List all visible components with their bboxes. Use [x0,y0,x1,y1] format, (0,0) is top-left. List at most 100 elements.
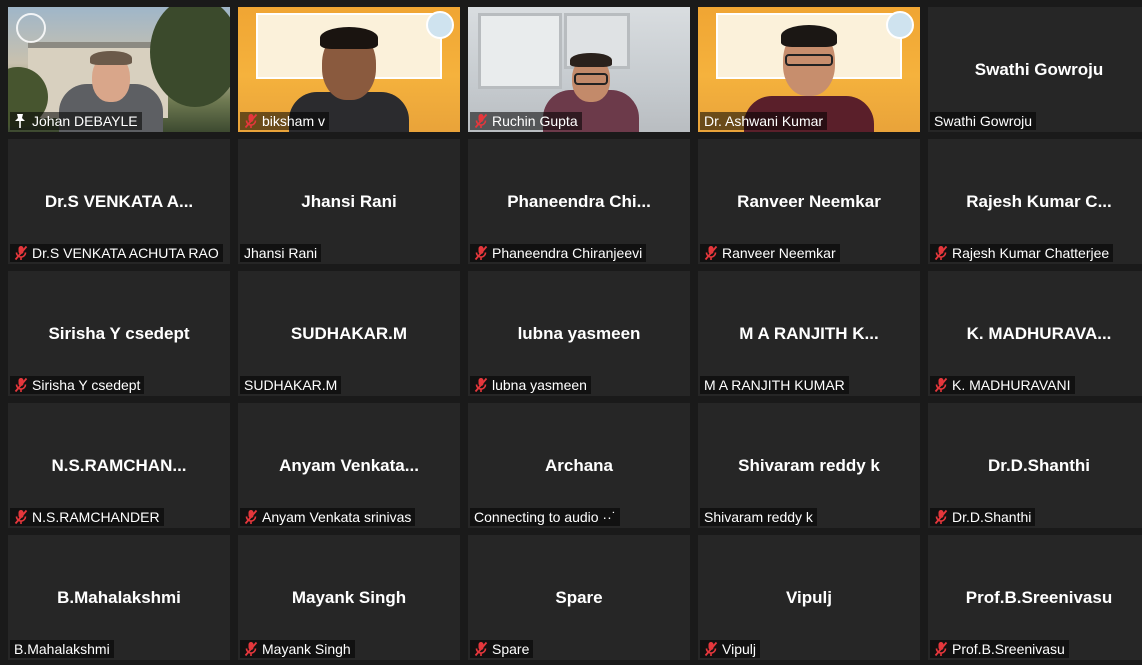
participant-tile[interactable]: lubna yasmeen lubna yasmeen [468,271,690,396]
muted-microphone-icon [474,377,488,393]
participant-display-name: B.Mahalakshmi [57,587,181,607]
participant-tile[interactable]: Dr. Ashwani Kumar [698,7,920,132]
muted-microphone-icon [474,245,488,261]
participant-name-label: N.S.RAMCHANDER [10,508,164,526]
participant-name-text: N.S.RAMCHANDER [32,509,160,525]
participant-name-text: Vipulj [722,641,756,657]
participant-name-label: Dr. Ashwani Kumar [700,112,828,130]
participant-tile[interactable]: biksham v [238,7,460,132]
participant-name-label: Phaneendra Chiranjeevi [470,244,647,262]
participant-tile[interactable]: Anyam Venkata... Anyam Venkata srinivas [238,403,460,528]
muted-microphone-icon [934,509,948,525]
participant-name-text: Johan DEBAYLE [32,113,138,129]
watermark-logo-icon [16,13,46,43]
muted-microphone-icon [474,641,488,657]
participant-name-label: biksham v [240,112,330,130]
participant-name-label: Ruchin Gupta [470,112,582,130]
participant-display-name: Prof.B.Sreenivasu [965,587,1113,607]
participant-display-name: M A RANJITH K... [739,323,879,343]
participant-tile[interactable]: Swathi Gowroju Swathi Gowroju [928,7,1142,132]
participant-tile[interactable]: Shivaram reddy k Shivaram reddy k [698,403,920,528]
participant-name-text: Dr.S VENKATA ACHUTA RAO [32,245,219,261]
participant-tile[interactable]: Vipulj Vipulj [698,535,920,660]
participant-name-text: M A RANJITH KUMAR [704,377,845,393]
participant-display-name: Ranveer Neemkar [737,191,881,211]
participant-name-text: Spare [492,641,530,657]
participant-name-text: K. MADHURAVANI [952,377,1071,393]
participant-name-label: Sirisha Y csedept [10,376,145,394]
muted-microphone-icon [934,641,948,657]
muted-microphone-icon [14,245,28,261]
participant-display-name: lubna yasmeen [517,323,641,343]
participant-name-text: Rajesh Kumar Chatterjee [952,245,1110,261]
participant-tile[interactable]: Johan DEBAYLE [8,7,230,132]
participant-display-name: Archana [544,455,614,475]
participant-name-text: Sirisha Y csedept [32,377,141,393]
participant-display-name: Phaneendra Chi... [507,191,651,211]
participant-name-label: SUDHAKAR.M [240,376,342,394]
participant-display-name: Dr.S VENKATA A... [44,191,194,211]
participant-name-text: Swathi Gowroju [934,113,1033,129]
participant-tile[interactable]: Mayank Singh Mayank Singh [238,535,460,660]
participant-name-label: Swathi Gowroju [930,112,1037,130]
conference-logo-icon [886,11,914,39]
participant-name-label: Dr.D.Shanthi [930,508,1036,526]
participant-tile[interactable]: M A RANJITH K... M A RANJITH KUMAR [698,271,920,396]
participant-tile[interactable]: Ranveer Neemkar Ranveer Neemkar [698,139,920,264]
muted-microphone-icon [244,641,258,657]
participant-name-text: biksham v [262,113,326,129]
participant-name-text: Jhansi Rani [244,245,318,261]
participant-name-label: M A RANJITH KUMAR [700,376,849,394]
participant-display-name: Swathi Gowroju [974,59,1104,79]
participant-tile[interactable]: Archana Connecting to audio ··˙ [468,403,690,528]
muted-microphone-icon [244,113,258,129]
participant-name-label: Anyam Venkata srinivas [240,508,416,526]
participant-tile[interactable]: Dr.D.Shanthi Dr.D.Shanthi [928,403,1142,528]
participant-name-label: K. MADHURAVANI [930,376,1075,394]
muted-microphone-icon [474,113,488,129]
participant-tile[interactable]: Spare Spare [468,535,690,660]
muted-microphone-icon [934,377,948,393]
conference-logo-icon [426,11,454,39]
participant-name-label: Rajesh Kumar Chatterjee [930,244,1114,262]
participant-tile[interactable]: Jhansi Rani Jhansi Rani [238,139,460,264]
muted-microphone-icon [244,509,258,525]
muted-microphone-icon [14,509,28,525]
participant-name-label: B.Mahalakshmi [10,640,114,658]
participant-tile[interactable]: Prof.B.Sreenivasu Prof.B.Sreenivasu [928,535,1142,660]
participant-name-text: Mayank Singh [262,641,351,657]
participant-name-label: Dr.S VENKATA ACHUTA RAO [10,244,223,262]
participant-display-name: Anyam Venkata... [279,455,419,475]
participant-display-name: SUDHAKAR.M [290,323,408,343]
participant-name-text: Anyam Venkata srinivas [262,509,412,525]
participant-tile[interactable]: Dr.S VENKATA A... Dr.S VENKATA ACHUTA RAO [8,139,230,264]
participant-tile[interactable]: Ruchin Gupta [468,7,690,132]
participant-name-text: SUDHAKAR.M [244,377,338,393]
participant-name-label: Spare [470,640,534,658]
participant-name-text: Dr.D.Shanthi [952,509,1032,525]
participant-name-label: Johan DEBAYLE [10,112,142,130]
participant-display-name: Rajesh Kumar C... [966,191,1112,211]
video-gallery-grid: Johan DEBAYLE biksham v Ruchin Gupta Dr. As… [0,0,1142,665]
participant-name-text: Ranveer Neemkar [722,245,836,261]
participant-name-text: Connecting to audio ··˙ [474,509,617,525]
participant-name-text: Phaneendra Chiranjeevi [492,245,643,261]
participant-name-text: Dr. Ashwani Kumar [704,113,824,129]
participant-tile[interactable]: Rajesh Kumar C... Rajesh Kumar Chatterjee [928,139,1142,264]
participant-name-text: lubna yasmeen [492,377,587,393]
participant-name-label: Connecting to audio ··˙ [470,508,621,526]
participant-name-label: Shivaram reddy k [700,508,817,526]
muted-microphone-icon [704,245,718,261]
participant-tile[interactable]: SUDHAKAR.M SUDHAKAR.M [238,271,460,396]
participant-name-label: Vipulj [700,640,760,658]
participant-name-text: Prof.B.Sreenivasu [952,641,1065,657]
participant-name-label: Prof.B.Sreenivasu [930,640,1069,658]
participant-tile[interactable]: B.Mahalakshmi B.Mahalakshmi [8,535,230,660]
participant-display-name: Vipulj [786,587,832,607]
participant-tile[interactable]: Phaneendra Chi... Phaneendra Chiranjeevi [468,139,690,264]
participant-tile[interactable]: N.S.RAMCHAN... N.S.RAMCHANDER [8,403,230,528]
muted-microphone-icon [934,245,948,261]
muted-microphone-icon [704,641,718,657]
participant-tile[interactable]: K. MADHURAVA... K. MADHURAVANI [928,271,1142,396]
participant-tile[interactable]: Sirisha Y csedept Sirisha Y csedept [8,271,230,396]
